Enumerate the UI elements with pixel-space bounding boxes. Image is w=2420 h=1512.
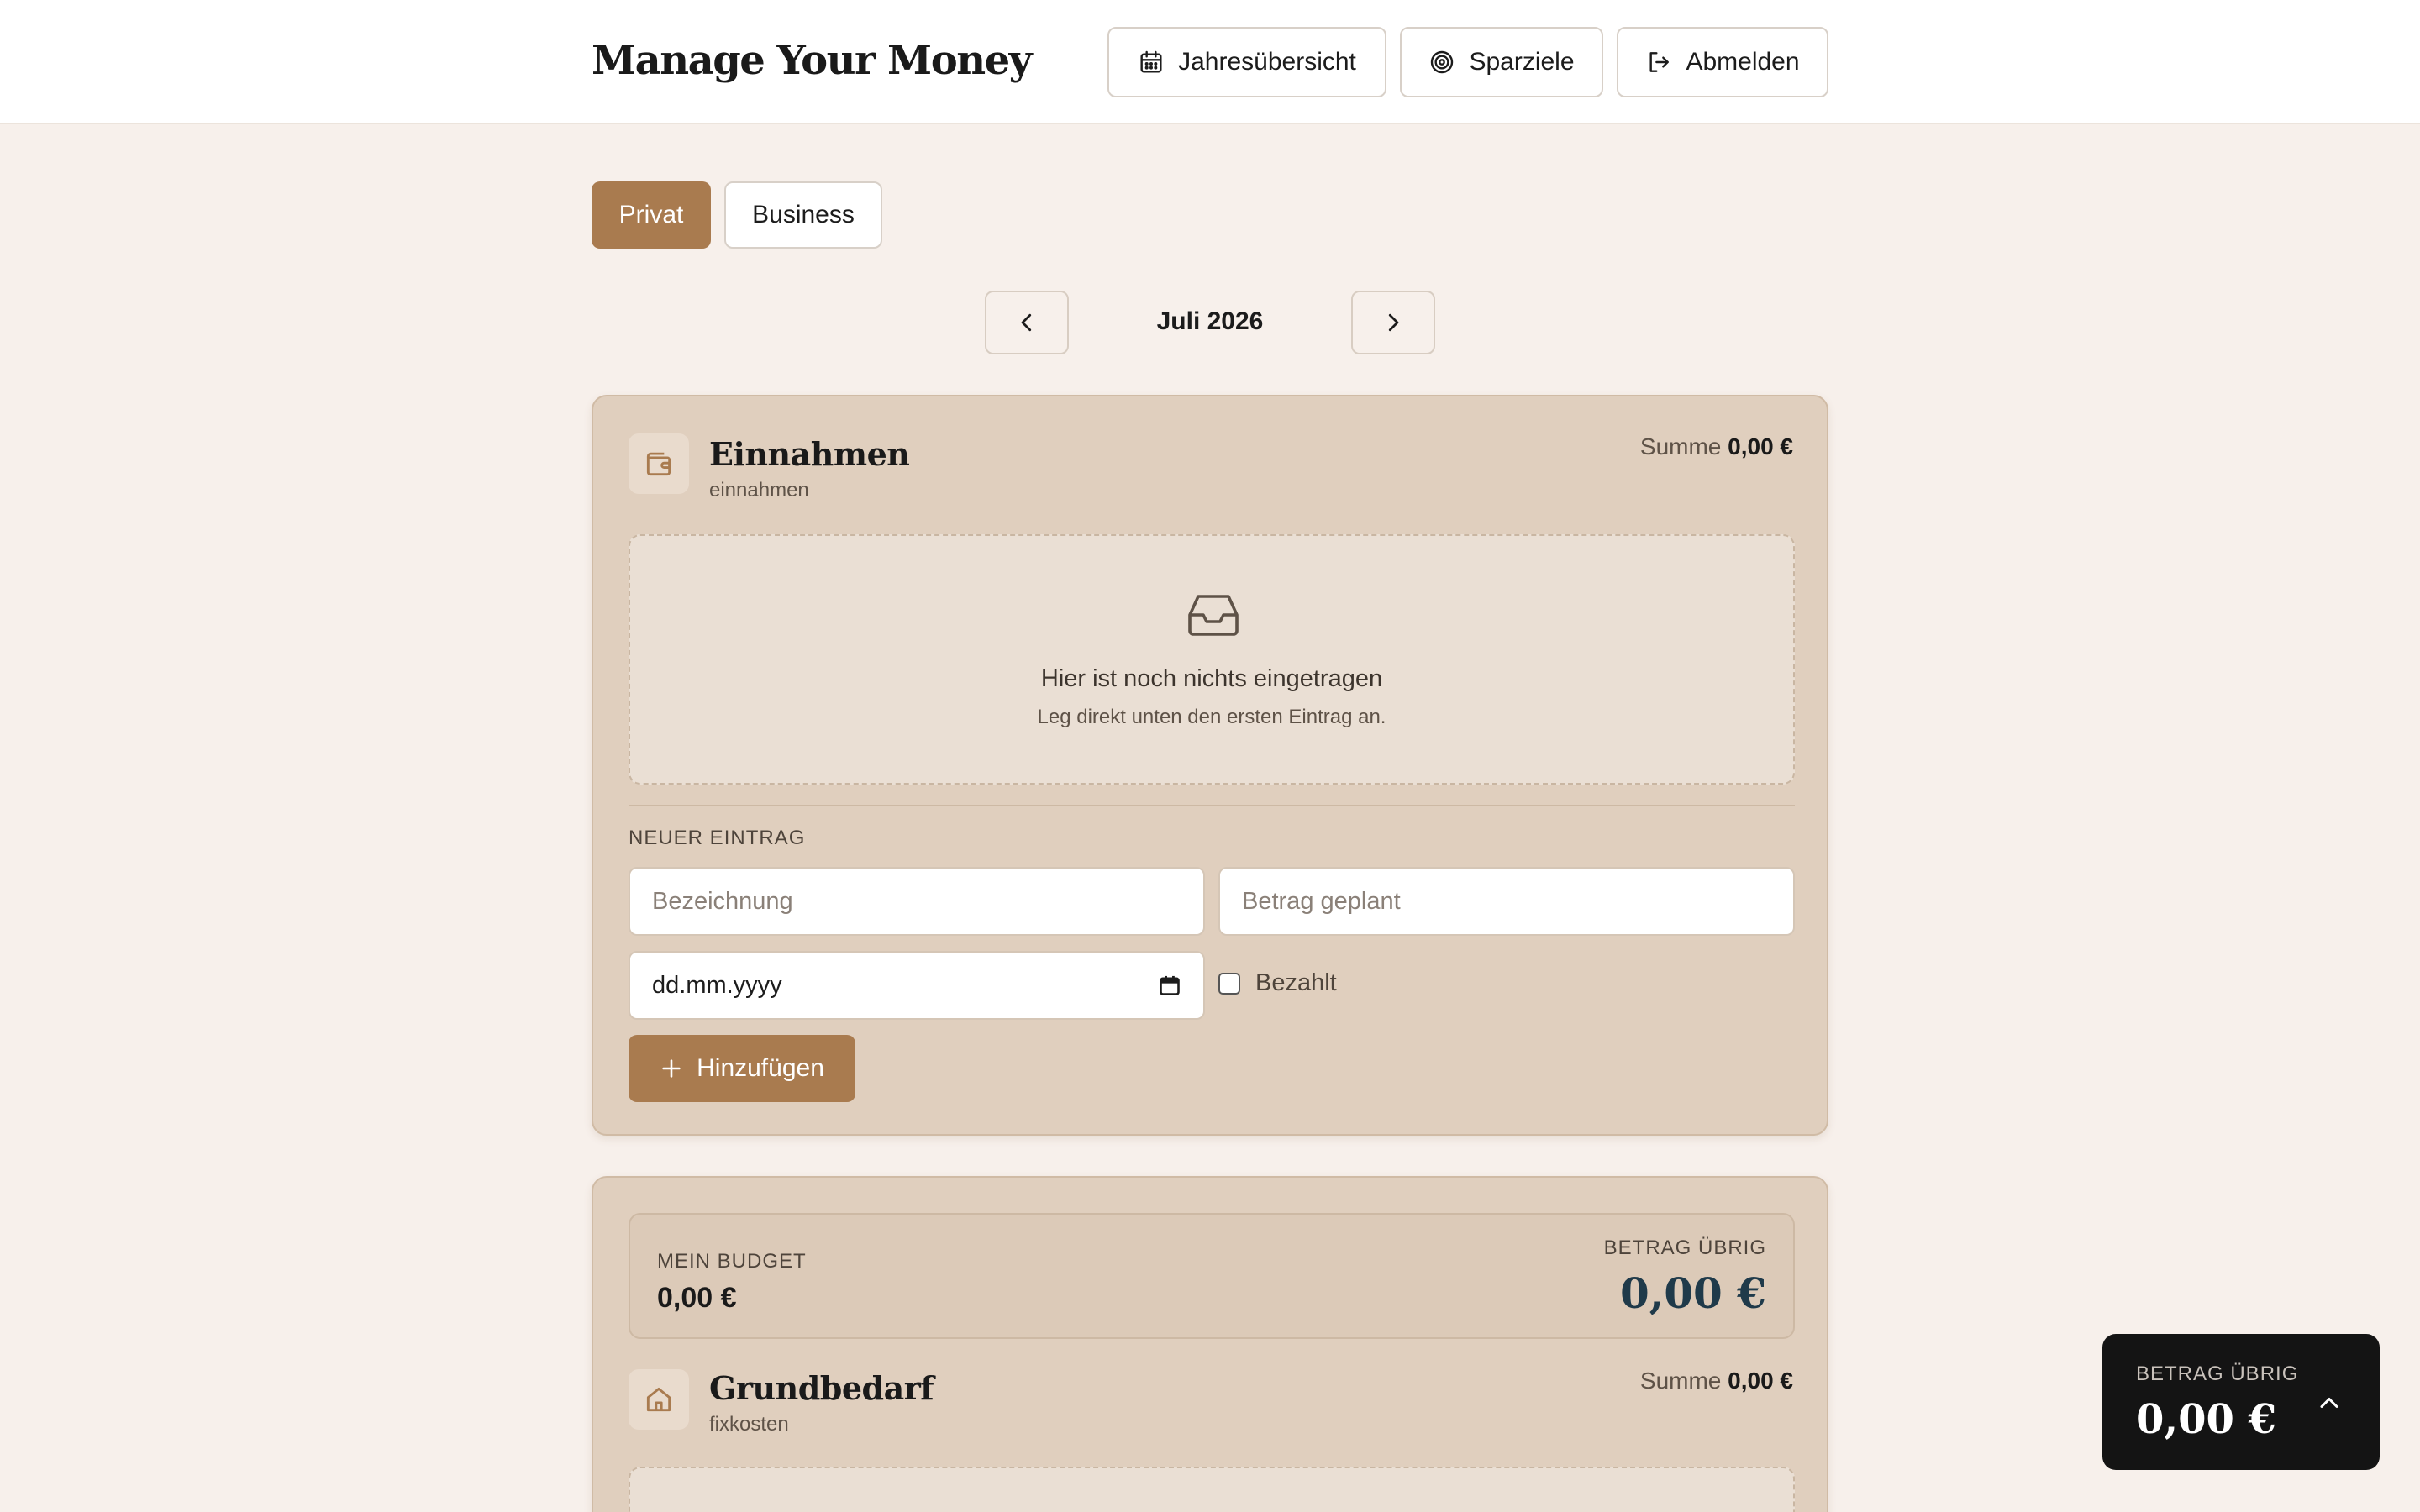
paid-toggle[interactable]: Bezahlt [1218, 969, 1337, 997]
home-icon [629, 1369, 689, 1430]
grundbedarf-subtitle: fixkosten [709, 1413, 789, 1436]
floating-remaining-value: 0,00 € [2136, 1396, 2277, 1443]
next-month-button[interactable] [1351, 291, 1435, 354]
year-overview-label: Jahresübersicht [1178, 48, 1356, 76]
tab-privat[interactable]: Privat [592, 181, 711, 249]
logout-icon [1649, 52, 1670, 72]
tab-business[interactable]: Business [724, 181, 882, 249]
target-icon [1431, 50, 1454, 74]
top-header: Manage Your Money Jahresübersicht Sparzi… [0, 0, 2420, 124]
planned-amount-placeholder: Betrag geplant [1242, 887, 1401, 915]
paid-label: Bezahlt [1255, 969, 1337, 996]
previous-month-button[interactable] [985, 291, 1069, 354]
logout-label: Abmelden [1686, 48, 1800, 76]
inbox-icon [1188, 595, 1239, 636]
paid-checkbox[interactable] [1218, 972, 1240, 995]
income-title: Einnahmen [709, 435, 910, 473]
chevron-up-icon[interactable] [2314, 1388, 2344, 1418]
remaining-label: BETRAG ÜBRIG [1603, 1236, 1766, 1259]
empty-state: Hier ist noch nichts eingetragen Leg dir… [629, 534, 1795, 785]
name-input-placeholder: Bezeichnung [652, 887, 793, 915]
add-entry-label: Hinzufügen [697, 1054, 824, 1082]
empty-state-title: Hier ist noch nichts eingetragen [1040, 665, 1383, 692]
empty-state-subtitle: Leg direkt unten den ersten Eintrag an. [1037, 706, 1386, 728]
income-sum-label: Summe [1639, 433, 1722, 459]
date-input[interactable]: dd.mm.yyyy [629, 951, 1205, 1020]
date-input-value: dd.mm.yyyy [652, 971, 782, 999]
current-month: Juli 2026 [1156, 307, 1264, 335]
divider [629, 805, 1795, 806]
income-subtitle: einnahmen [709, 479, 809, 501]
my-budget-value: 0,00 € [657, 1282, 737, 1314]
name-input[interactable]: Bezeichnung [629, 867, 1205, 936]
budget-section: MEIN BUDGET 0,00 € BETRAG ÜBRIG 0,00 € G… [592, 1176, 1828, 1512]
income-section: Einnahmen einnahmen Summe 0,00 € Hier is… [592, 395, 1828, 1136]
plus-icon [662, 1059, 681, 1078]
savings-goals-button[interactable]: Sparziele [1400, 27, 1603, 97]
grundbedarf-sum-label: Summe [1639, 1368, 1722, 1394]
grundbedarf-title: Grundbedarf [709, 1369, 934, 1407]
calendar-icon[interactable] [1158, 974, 1181, 997]
savings-goals-label: Sparziele [1469, 48, 1575, 76]
year-overview-button[interactable]: Jahresübersicht [1107, 27, 1386, 97]
income-sum-value: 0,00 € [1728, 433, 1793, 459]
calendar-icon [1140, 50, 1162, 73]
chevron-left-icon [1021, 313, 1032, 332]
grundbedarf-sum: Summe 0,00 € [1640, 1368, 1793, 1394]
floating-remaining-label: BETRAG ÜBRIG [2136, 1362, 2299, 1385]
new-entry-heading: NEUER EINTRAG [629, 827, 806, 849]
floating-remaining-widget[interactable]: BETRAG ÜBRIG 0,00 € [2102, 1334, 2380, 1470]
add-entry-button[interactable]: Hinzufügen [629, 1035, 855, 1102]
grundbedarf-empty-state [629, 1467, 1795, 1512]
wallet-icon [629, 433, 689, 494]
planned-amount-input[interactable]: Betrag geplant [1218, 867, 1795, 936]
brand-title: Manage Your Money [592, 37, 1033, 84]
income-sum: Summe 0,00 € [1640, 433, 1793, 460]
remaining-value: 0,00 € [1620, 1268, 1766, 1318]
my-budget-label: MEIN BUDGET [657, 1250, 807, 1273]
chevron-right-icon [1388, 313, 1399, 332]
grundbedarf-sum-value: 0,00 € [1728, 1368, 1793, 1394]
logout-button[interactable]: Abmelden [1617, 27, 1828, 97]
budget-summary: MEIN BUDGET 0,00 € BETRAG ÜBRIG 0,00 € [629, 1213, 1795, 1339]
